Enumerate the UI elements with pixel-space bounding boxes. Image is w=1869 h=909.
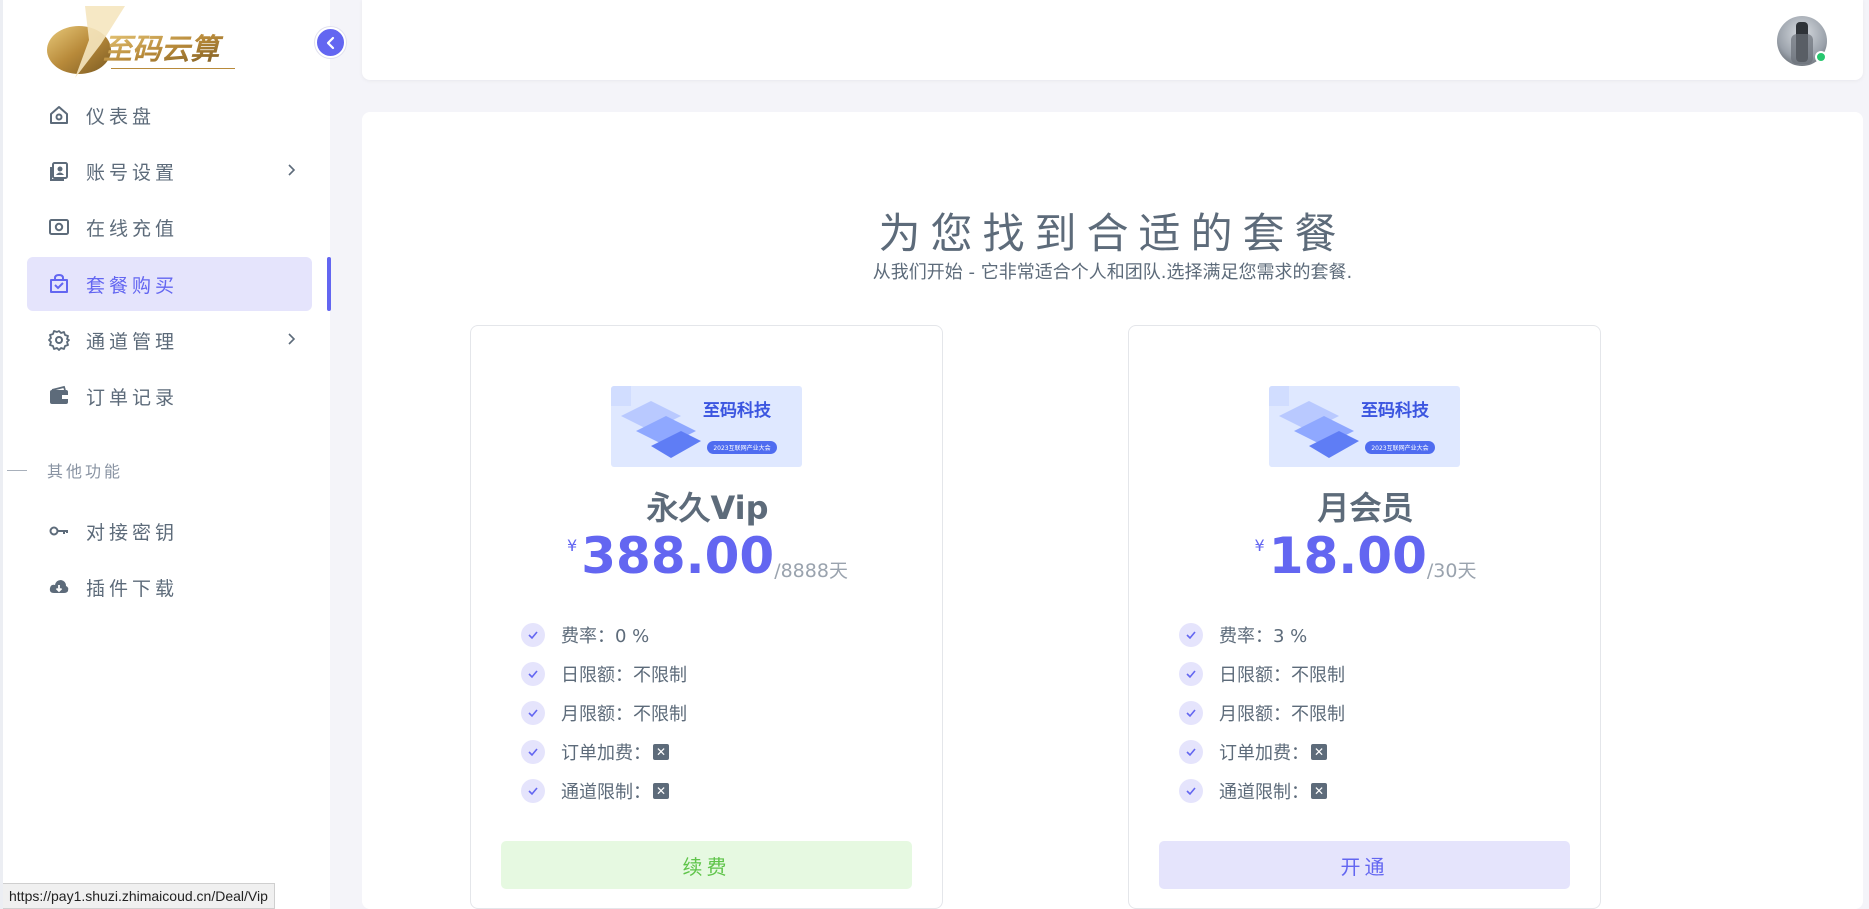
cross-box-icon: ✕ [1311,743,1327,760]
cross-box-icon: ✕ [1311,782,1327,799]
sidebar-item-label: 在线充值 [86,217,179,240]
plan-card-lifetime-vip: 至码科技 2023互联网产业大会 永久Vip ¥ 388.00 /8888天 费… [470,325,943,909]
page-subtitle: 从我们开始 - 它非常适合个人和团队.选择满足您需求的套餐. [872,262,1353,283]
check-icon [1179,739,1203,764]
plan-feature: 订单加费： ✕ [1179,732,1345,771]
sidebar-section-title: 其他功能 [7,458,123,482]
top-navbar [362,0,1863,80]
page-title: 为您找到合适的套餐 [878,209,1347,258]
cash-icon [47,215,71,239]
activate-button[interactable]: 开通 [1159,841,1570,889]
chevron-left-icon [326,36,334,49]
banner-title: 至码科技 [1361,400,1430,421]
sidebar-item-label: 插件下载 [86,577,179,600]
wallet-icon [47,384,71,408]
price-period: /30天 [1426,560,1477,582]
sidebar-item-recharge[interactable]: 在线充值 [27,200,312,254]
plan-feature: 费率：3 % [1179,615,1345,654]
feature-text: 费率：3 % [1219,625,1308,647]
sidebar-item-label: 账号设置 [86,161,179,184]
plan-banner-image: 至码科技 2023互联网产业大会 [611,386,802,467]
plan-price: ¥ 388.00 /8888天 [471,526,944,586]
feature-text: 通道限制： [561,781,651,803]
check-icon [1179,661,1203,686]
key-icon [47,519,71,543]
plan-feature-list: 费率：0 % 日限额：不限制 月限额：不限制 订单加费： ✕ 通道限制： ✕ [521,615,687,810]
price-currency: ¥ [567,536,578,555]
id-card-icon [47,159,71,183]
chevron-right-icon [286,330,298,352]
check-icon [1179,622,1203,647]
check-icon [1179,778,1203,803]
plan-feature: 月限额：不限制 [1179,693,1345,732]
price-amount: 388.00 [581,527,775,585]
section-title-text: 其他功能 [47,462,124,481]
feature-text: 月限额：不限制 [561,703,687,725]
sidebar-item-label: 仪表盘 [86,105,156,128]
cross-box-icon: ✕ [653,782,669,799]
plan-feature: 费率：0 % [521,615,687,654]
sidebar-item-label: 订单记录 [86,386,179,409]
price-period: /8888天 [774,560,848,582]
sidebar-item-label: 对接密钥 [86,521,179,544]
plan-feature: 通道限制： ✕ [521,771,687,810]
brand-logo[interactable]: 至码云算 [45,4,239,80]
check-icon [521,700,545,725]
plan-feature: 日限额：不限制 [1179,654,1345,693]
banner-subtitle: 2023互联网产业大会 [1371,444,1428,452]
feature-text: 订单加费： [561,742,651,764]
feature-text: 通道限制： [1219,781,1309,803]
sidebar-item-dashboard[interactable]: 仪表盘 [27,88,312,142]
chevron-right-icon [286,161,298,183]
renew-button[interactable]: 续费 [501,841,912,889]
plan-feature: 日限额：不限制 [521,654,687,693]
sidebar-collapse-button[interactable] [315,27,346,58]
plan-card-monthly-member: 至码科技 2023互联网产业大会 月会员 ¥ 18.00 /30天 费率：3 %… [1128,325,1601,909]
svg-text:至码云算: 至码云算 [103,32,224,66]
sidebar-item-plugin-download[interactable]: 插件下载 [27,560,312,614]
cloud-download-icon [47,575,71,599]
check-icon [521,622,545,647]
banner-title: 至码科技 [703,400,772,421]
check-icon [521,661,545,686]
shopping-bag-icon [47,272,71,296]
active-indicator [327,257,331,311]
section-divider [7,469,27,471]
feature-text: 月限额：不限制 [1219,703,1345,725]
banner-subtitle: 2023互联网产业大会 [713,444,770,452]
price-currency: ¥ [1254,536,1265,555]
plan-feature: 月限额：不限制 [521,693,687,732]
check-icon [521,778,545,803]
plan-price: ¥ 18.00 /30天 [1129,526,1602,586]
sidebar-item-api-keys[interactable]: 对接密钥 [27,504,312,558]
plan-banner-image: 至码科技 2023互联网产业大会 [1269,386,1460,467]
price-amount: 18.00 [1268,527,1427,585]
sidebar-item-order-records[interactable]: 订单记录 [27,369,312,423]
plan-feature: 订单加费： ✕ [521,732,687,771]
home-icon [47,103,71,127]
sidebar-item-channel-management[interactable]: 通道管理 [27,313,312,367]
feature-text: 日限额：不限制 [1219,664,1345,686]
status-bar-url: https://pay1.shuzi.zhimaicoud.cn/Deal/Vi… [3,883,275,909]
feature-text: 订单加费： [1219,742,1309,764]
sidebar-item-label: 套餐购买 [86,274,179,297]
feature-text: 日限额：不限制 [561,664,687,686]
cross-box-icon: ✕ [653,743,669,760]
online-status-dot [1815,51,1827,63]
plan-name: 永久Vip [646,489,769,527]
user-avatar[interactable] [1777,16,1827,66]
sidebar-item-label: 通道管理 [86,330,179,353]
plan-name: 月会员 [1317,489,1414,527]
check-icon [1179,700,1203,725]
sidebar-item-plan-purchase[interactable]: 套餐购买 [27,257,312,311]
sidebar: 至码云算 仪表盘 账号设置 在线充值 套餐购买 通道管理 订单记录 其他功能 对… [0,0,346,909]
gear-icon [47,328,71,352]
feature-text: 费率：0 % [561,625,650,647]
check-icon [521,739,545,764]
plan-feature-list: 费率：3 % 日限额：不限制 月限额：不限制 订单加费： ✕ 通道限制： ✕ [1179,615,1345,810]
sidebar-item-account-settings[interactable]: 账号设置 [27,144,312,198]
pricing-panel: 为您找到合适的套餐 从我们开始 - 它非常适合个人和团队.选择满足您需求的套餐.… [362,112,1863,909]
plan-feature: 通道限制： ✕ [1179,771,1345,810]
